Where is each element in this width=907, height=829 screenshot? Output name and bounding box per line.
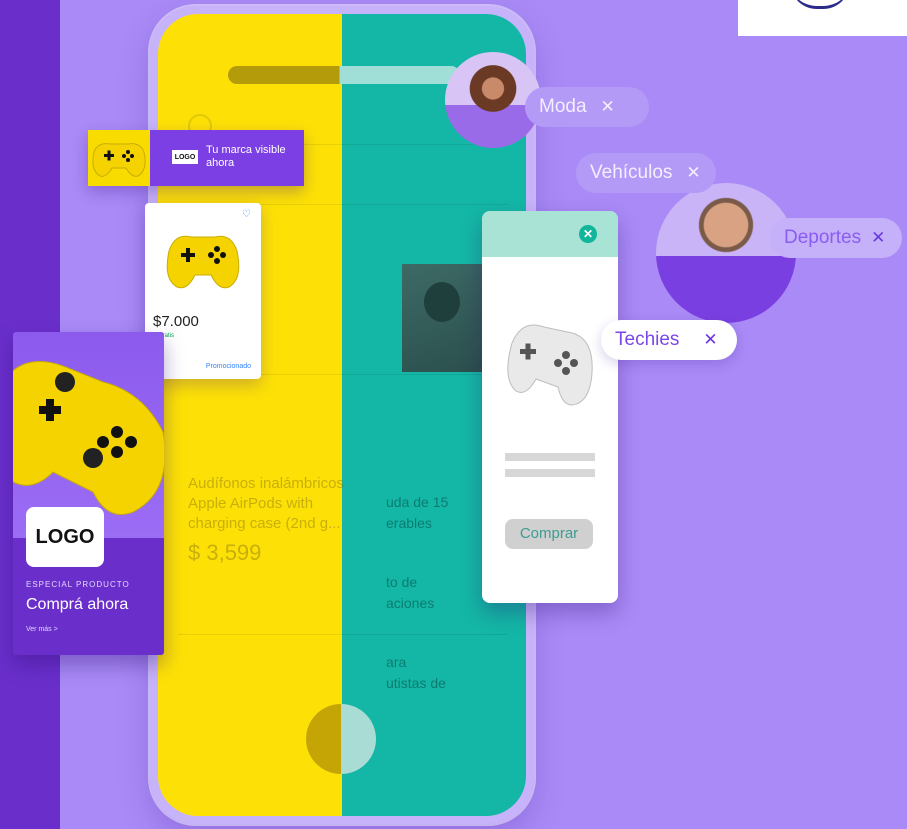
card-promo-label: Promocionado xyxy=(205,363,251,370)
close-icon[interactable]: ✕ xyxy=(601,97,615,117)
teal-text-line: uda de 15 xyxy=(386,494,449,510)
tag-label: Moda xyxy=(539,96,587,117)
buy-button[interactable]: Comprar xyxy=(505,519,593,549)
brand-logo: LOGO xyxy=(26,507,104,567)
gamepad-icon xyxy=(166,235,240,289)
news-thumbnail xyxy=(402,264,484,372)
teal-text-line: to de xyxy=(386,574,418,590)
close-icon[interactable]: ✕ xyxy=(579,225,597,243)
heart-icon[interactable]: ♡ xyxy=(242,209,251,220)
ad-headline: Comprá ahora xyxy=(26,596,129,613)
vertical-ad[interactable]: LOGO ESPECIAL PRODUCTO Comprá ahora Ver … xyxy=(13,332,164,655)
banner-ad[interactable]: LOGO Tu marca visible ahora xyxy=(88,130,304,186)
text-placeholder-bar xyxy=(505,469,595,477)
teal-text-line: utistas de xyxy=(386,675,446,691)
banner-text: Tu marca visible ahora xyxy=(206,144,286,169)
tag-deportes[interactable]: Deportes ✕ xyxy=(770,218,902,258)
corner-logo-fragment xyxy=(738,0,907,36)
gamepad-icon xyxy=(13,361,164,515)
product-title: Audífonos inalámbricos Apple AirPods wit… xyxy=(188,475,344,532)
teal-text-line: ara xyxy=(386,654,407,670)
close-icon[interactable]: ✕ xyxy=(871,228,885,248)
close-icon[interactable]: ✕ xyxy=(686,163,700,183)
tag-moda[interactable]: Moda ✕ xyxy=(525,87,649,127)
ad-kicker: ESPECIAL PRODUCTO xyxy=(26,580,130,589)
man-avatar xyxy=(656,183,796,323)
card-price: $7.000 xyxy=(153,313,199,330)
text-placeholder-bar xyxy=(505,453,595,461)
tag-label: Deportes xyxy=(784,227,862,248)
product-price: $ 3,599 xyxy=(188,540,262,565)
teal-text-line: aciones xyxy=(386,595,435,611)
brand-logo: LOGO xyxy=(172,150,198,164)
popup-ad[interactable]: ✕ Comprar xyxy=(482,211,618,603)
tag-label: Techies xyxy=(615,329,680,350)
see-more-link[interactable]: Ver más > xyxy=(26,626,58,633)
close-icon[interactable]: ✕ xyxy=(703,330,717,350)
tag-vehiculos[interactable]: Vehículos ✕ xyxy=(576,153,716,193)
tag-techies[interactable]: Techies ✕ xyxy=(601,320,737,360)
phone-notch xyxy=(228,66,460,84)
home-button[interactable] xyxy=(306,704,376,774)
gamepad-icon xyxy=(507,324,593,406)
gamepad-icon xyxy=(88,130,150,186)
tag-label: Vehículos xyxy=(590,162,673,183)
teal-text-line: erables xyxy=(386,515,432,531)
